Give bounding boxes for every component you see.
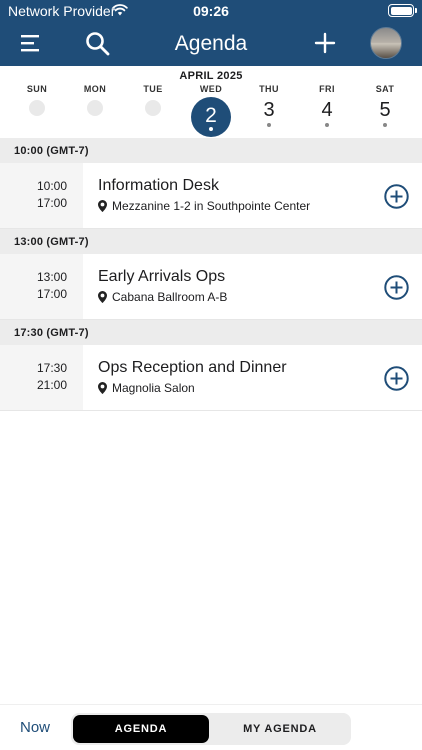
add-to-agenda-icon[interactable]: [384, 184, 409, 209]
session-title: Information Desk: [98, 177, 219, 194]
day-number: 5: [379, 99, 391, 121]
session-end: 17:00: [36, 196, 67, 210]
time-group-header: 10:00 (GMT-7): [0, 138, 422, 163]
battery-icon: [388, 4, 417, 17]
day-mon[interactable]: MON: [66, 84, 124, 116]
day-name: WED: [199, 84, 223, 94]
event-dot: [209, 127, 213, 131]
top-bar: Network Provider 09:26 Agenda: [0, 0, 422, 66]
session-start: 13:00: [36, 270, 67, 284]
session-title: Early Arrivals Ops: [98, 268, 226, 285]
status-bar: Network Provider 09:26: [0, 0, 422, 22]
day-name: SAT: [375, 84, 395, 94]
day-sun[interactable]: SUN: [8, 84, 66, 116]
session-row[interactable]: 10:00 17:00 Information Desk Mezzanine 1…: [0, 163, 422, 229]
session-start: 10:00: [36, 179, 67, 193]
tab-agenda[interactable]: AGENDA: [73, 715, 209, 743]
location-text: Mezzanine 1-2 in Southpointe Center: [112, 199, 311, 213]
day-number: 2: [205, 104, 217, 127]
now-button[interactable]: Now: [20, 719, 50, 736]
event-dot: [267, 123, 271, 127]
day-sat[interactable]: SAT 5: [356, 84, 414, 127]
session-row[interactable]: 17:30 21:00 Ops Reception and Dinner Mag…: [0, 345, 422, 411]
nav-header: Agenda: [0, 22, 422, 66]
day-name: MON: [83, 84, 107, 94]
session-location: Magnolia Salon: [98, 381, 195, 395]
day-name: THU: [259, 84, 279, 94]
time-group-header: 17:30 (GMT-7): [0, 320, 422, 345]
location-pin-icon: [98, 200, 107, 212]
day-name: FRI: [319, 84, 335, 94]
tab-my-agenda[interactable]: MY AGENDA: [211, 715, 349, 743]
location-text: Magnolia Salon: [112, 381, 195, 395]
session-times: 10:00 17:00: [0, 163, 83, 228]
empty-day-marker: [29, 100, 45, 116]
empty-day-marker: [87, 100, 103, 116]
session-row[interactable]: 13:00 17:00 Early Arrivals Ops Cabana Ba…: [0, 254, 422, 320]
event-dot: [383, 123, 387, 127]
week-calendar: APRIL 2025 SUN MON TUE WED 2 THU 3 FRI 4…: [0, 66, 422, 138]
session-end: 17:00: [36, 287, 67, 301]
day-number: 3: [263, 99, 275, 121]
month-label: APRIL 2025: [179, 70, 243, 82]
day-thu[interactable]: THU 3: [240, 84, 298, 127]
location-pin-icon: [98, 291, 107, 303]
session-end: 21:00: [36, 378, 67, 392]
session-times: 17:30 21:00: [0, 345, 83, 410]
day-tue[interactable]: TUE: [124, 84, 182, 116]
clock: 09:26: [193, 3, 229, 19]
page-title: Agenda: [174, 32, 248, 55]
selected-day-circle: 2: [191, 97, 231, 137]
day-fri[interactable]: FRI 4: [298, 84, 356, 127]
empty-day-marker: [145, 100, 161, 116]
add-to-agenda-icon[interactable]: [384, 275, 409, 300]
time-group-header: 13:00 (GMT-7): [0, 229, 422, 254]
avatar[interactable]: [370, 27, 402, 59]
bottom-bar: Now AGENDA MY AGENDA: [0, 704, 422, 750]
agenda-segmented-control: AGENDA MY AGENDA: [71, 713, 351, 745]
location-pin-icon: [98, 382, 107, 394]
day-number: 4: [321, 99, 333, 121]
day-name: TUE: [143, 84, 163, 94]
session-title: Ops Reception and Dinner: [98, 359, 287, 376]
location-text: Cabana Ballroom A-B: [112, 290, 228, 304]
session-location: Mezzanine 1-2 in Southpointe Center: [98, 199, 310, 213]
add-icon[interactable]: [313, 31, 337, 55]
add-to-agenda-icon[interactable]: [384, 366, 409, 391]
day-wed-selected[interactable]: WED 2: [182, 84, 240, 137]
session-location: Cabana Ballroom A-B: [98, 290, 227, 304]
session-times: 13:00 17:00: [0, 254, 83, 319]
session-start: 17:30: [36, 361, 67, 375]
event-dot: [325, 123, 329, 127]
day-name: SUN: [26, 84, 48, 94]
